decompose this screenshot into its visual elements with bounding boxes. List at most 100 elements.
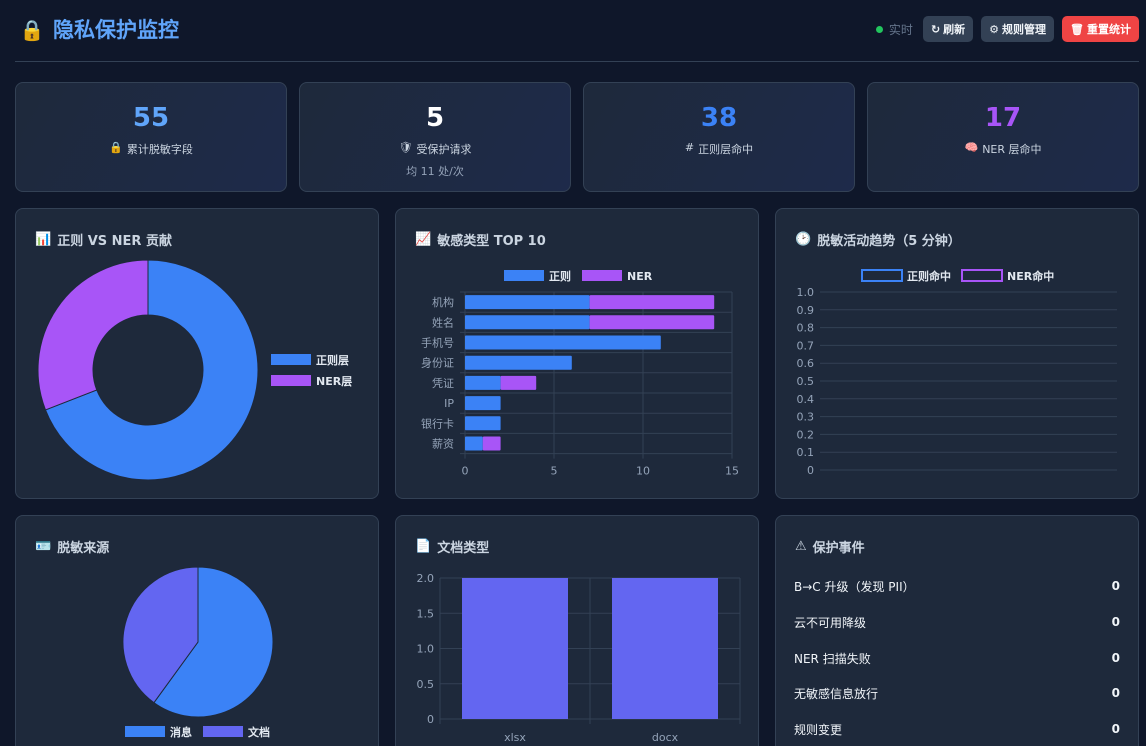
y-tick-label: 机构	[432, 295, 454, 309]
stat-value: 38	[700, 103, 738, 133]
y-tick-label: 1.0	[417, 643, 435, 656]
trash-icon: 🗑	[1070, 22, 1084, 36]
clock-icon: 🕑	[795, 232, 812, 247]
legend-label: 正则层	[316, 354, 349, 367]
stat-value: 55	[132, 103, 170, 133]
y-tick-label: 0.9	[797, 304, 815, 317]
stat-card-ner-hits: 17 🧠 NER 层命中	[867, 82, 1139, 192]
warning-icon: ⚠	[795, 539, 807, 554]
event-row: 规则变更 0	[794, 719, 1120, 739]
stat-label-text: 正则层命中	[698, 143, 754, 156]
panel-top10: 正则 NER 0 5 10 15 机构 姓名 手机号 身份证 凭证 IP 银行卡 薪资 📈 敏感类型 TO…	[395, 208, 759, 499]
legend-label: NER	[627, 270, 653, 283]
bar	[465, 416, 501, 431]
y-tick-label: 0	[807, 464, 814, 477]
stat-label: 🧠 NER 层命中	[868, 141, 1138, 157]
y-tick-label: 0.6	[797, 357, 815, 370]
panel-title: 📊 正则 VS NER 贡献	[35, 230, 172, 249]
y-tick-label: 凭证	[432, 376, 454, 390]
legend-label: NER层	[316, 375, 352, 388]
y-tick-label: 0.5	[797, 375, 815, 388]
y-tick-label: 0.4	[797, 393, 815, 406]
event-count: 0	[1111, 722, 1120, 736]
panel-title-text: 保护事件	[812, 541, 865, 556]
y-tick-label: 0.5	[417, 678, 435, 691]
contribution-chart: 正则层 NER层	[37, 259, 352, 481]
stat-value: 5	[425, 103, 445, 133]
legend-label: 消息	[170, 725, 192, 739]
event-label: NER 扫描失败	[794, 651, 871, 666]
stat-label-text: NER 层命中	[982, 143, 1042, 156]
legend-swatch	[271, 375, 311, 386]
panel-trend: 正则命中 NER命中 1.0 0.9 0.8 0.7 0.6 0.5 0.4 0.3 0.2 0.1 0…	[775, 208, 1139, 499]
stat-label: # 正则层命中	[584, 141, 854, 157]
event-row: B→C 升级（发现 PII） 0	[794, 576, 1120, 596]
y-tick-label: IP	[444, 397, 454, 410]
event-row: 无敏感信息放行 0	[794, 683, 1120, 703]
stat-label: 🛡 受保护请求	[300, 141, 570, 157]
rules-management-button[interactable]: ⚙ 规则管理	[981, 16, 1055, 42]
panel-title-text: 文档类型	[437, 541, 490, 556]
panel-title-text: 敏感类型 TOP 10	[437, 234, 546, 249]
bar	[465, 315, 590, 330]
hash-icon: #	[684, 141, 695, 154]
bar	[465, 375, 501, 390]
stat-card-masked-fields: 55 🔒 累计脱敏字段	[15, 82, 287, 192]
reset-stats-button[interactable]: 🗑 重置统计	[1062, 16, 1139, 42]
y-tick-label: 姓名	[432, 315, 454, 329]
legend-label: 正则	[549, 270, 571, 283]
panel-title: 📄 文档类型	[415, 537, 489, 556]
lock-icon: 🔒	[109, 141, 123, 154]
legend-swatch	[861, 269, 903, 282]
stat-card-regex-hits: 38 # 正则层命中	[583, 82, 855, 192]
live-indicator: 实时	[875, 21, 913, 38]
event-row: NER 扫描失败 0	[794, 648, 1120, 668]
event-label: 云不可用降级	[794, 615, 867, 630]
legend-swatch	[582, 270, 622, 281]
bar	[465, 396, 501, 411]
event-label: B→C 升级（发现 PII）	[794, 579, 915, 594]
bar	[462, 578, 568, 719]
x-tick-label: docx	[652, 731, 679, 744]
legend-label: 文档	[248, 725, 270, 739]
bar	[465, 436, 483, 451]
y-tick-label: 身份证	[421, 356, 454, 370]
y-tick-label: 0.1	[797, 446, 815, 459]
bar	[589, 315, 715, 330]
header-actions: 实时 ↻ 刷新 ⚙ 规则管理 🗑 重置统计	[875, 16, 1139, 42]
stat-label: 🔒 累计脱敏字段	[16, 141, 286, 157]
y-tick-label: 薪资	[432, 438, 454, 451]
page-title: 🔒 隐私保护监控	[19, 16, 179, 44]
panel-title-text: 正则 VS NER 贡献	[57, 234, 172, 249]
panel-title-text: 脱敏活动趋势（5 分钟）	[817, 234, 961, 249]
document-icon: 📄	[415, 539, 432, 554]
legend-swatch	[125, 726, 165, 737]
rules-label: 规则管理	[1002, 23, 1047, 36]
trend-chart-icon: 📈	[415, 232, 432, 247]
panel-title: ⚠ 保护事件	[795, 537, 865, 556]
y-tick-label: 2.0	[417, 572, 435, 585]
bar	[500, 375, 537, 390]
event-row: 云不可用降级 0	[794, 612, 1120, 632]
live-label: 实时	[888, 22, 913, 37]
event-count: 0	[1111, 651, 1120, 665]
legend-swatch	[203, 726, 243, 737]
stat-value: 17	[984, 103, 1022, 133]
panel-title-text: 脱敏来源	[57, 541, 110, 556]
panel-title: 🕑 脱敏活动趋势（5 分钟）	[795, 230, 961, 249]
refresh-button[interactable]: ↻ 刷新	[922, 16, 974, 42]
x-tick-label: 10	[636, 465, 650, 478]
live-dot-icon	[875, 25, 883, 33]
y-tick-label: 1.5	[417, 607, 435, 620]
panel-doctypes: 2.0 1.5 1.0 0.5 0 xlsx docx 📄 文档类型	[395, 515, 759, 746]
y-tick-label: 0.8	[797, 322, 815, 335]
stat-card-protected-requests: 5 🛡 受保护请求 均 11 处/次	[299, 82, 571, 192]
legend-swatch	[961, 269, 1003, 282]
y-tick-label: 1.0	[797, 286, 815, 299]
page-title-text: 隐私保护监控	[53, 18, 179, 42]
y-tick-label: 银行卡	[421, 416, 454, 430]
trend-chart: 正则命中 NER命中 1.0 0.9 0.8 0.7 0.6 0.5 0.4 0.3 0.2 0.1 0	[797, 269, 1117, 477]
event-count: 0	[1111, 615, 1120, 629]
pie-slice	[37, 259, 149, 411]
refresh-label: 刷新	[943, 23, 966, 36]
